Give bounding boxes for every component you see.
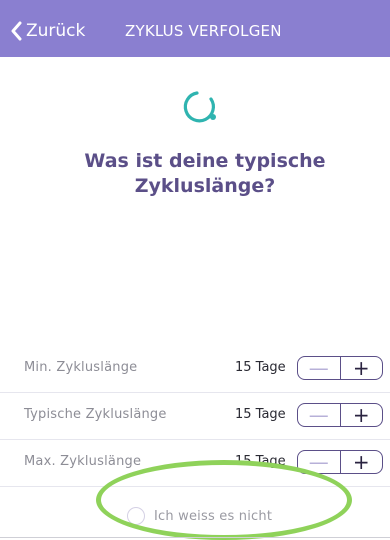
question-line-2: Zykluslänge? [134, 175, 276, 197]
setting-value: 15 Tage [235, 360, 286, 375]
increment-button[interactable]: + [341, 404, 383, 426]
setting-value: 15 Tage [235, 407, 286, 422]
question-line-1: Was ist deine typische [84, 150, 326, 172]
dont-know-option[interactable]: Ich weiss es nicht [127, 505, 272, 527]
decrement-button[interactable]: — [298, 357, 341, 379]
circular-spinner-icon [183, 91, 216, 123]
chevron-left-icon [11, 21, 22, 41]
setting-row-max-cycle: Max. Zykluslänge 15 Tage — + [0, 440, 390, 487]
radio-button[interactable] [127, 507, 145, 525]
back-label: Zurück [26, 21, 86, 41]
decrement-button[interactable]: — [298, 451, 341, 473]
setting-label: Min. Zykluslänge [24, 360, 138, 375]
setting-value: 15 Tage [235, 454, 286, 469]
typical-cycle-stepper: — + [297, 403, 383, 427]
divider [0, 537, 390, 538]
top-bar: Zurück ZYKLUS VERFOLGEN [0, 0, 390, 57]
back-button[interactable]: Zurück [10, 19, 85, 43]
setting-label: Typische Zykluslänge [24, 407, 167, 422]
increment-button[interactable]: + [341, 451, 383, 473]
min-cycle-stepper: — + [297, 356, 383, 380]
question-heading: Was ist deine typische Zykluslänge? [40, 149, 370, 199]
setting-row-min-cycle: Min. Zykluslänge 15 Tage — + [0, 346, 390, 393]
page-title: ZYKLUS VERFOLGEN [125, 22, 282, 40]
increment-button[interactable]: + [341, 357, 383, 379]
setting-row-typical-cycle: Typische Zykluslänge 15 Tage — + [0, 393, 390, 440]
dont-know-label: Ich weiss es nicht [154, 508, 273, 524]
decrement-button[interactable]: — [298, 404, 341, 426]
setting-label: Max. Zykluslänge [24, 454, 142, 469]
max-cycle-stepper: — + [297, 450, 383, 474]
